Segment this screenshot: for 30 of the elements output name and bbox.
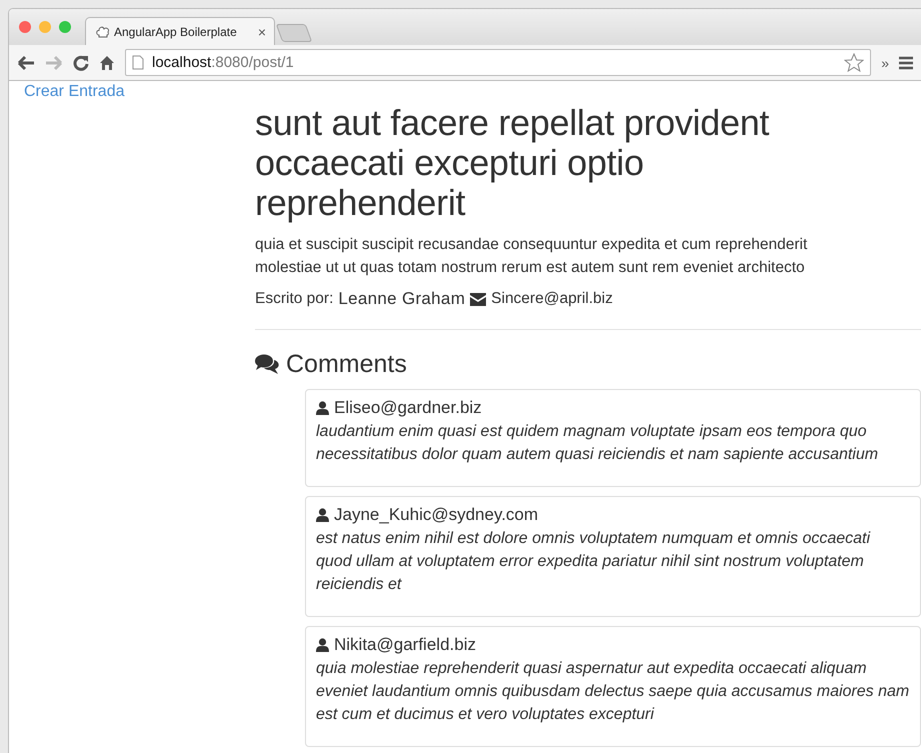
reload-icon[interactable] bbox=[73, 54, 89, 70]
close-tab-button[interactable]: × bbox=[258, 24, 266, 40]
new-tab-button[interactable] bbox=[276, 24, 312, 42]
comment-body: laudantium enim quasi est quidem magnam voluptate ipsam eos tempora quo necessitatibus dolor quam autem quasi reiciendis et nam sapiente accusantium bbox=[316, 422, 880, 465]
browser-tab[interactable]: AngularApp Boilerplate × bbox=[85, 17, 275, 45]
author-email: Sincere@april.biz bbox=[491, 290, 613, 308]
page-icon bbox=[132, 55, 144, 70]
comments-heading: Comments bbox=[286, 350, 407, 379]
comment-body: quia molestiae reprehenderit quasi aspernatur aut expedita occaecati aliquam eveniet laudantium omnis quibusdam delectus saepe quia accusamus maiores nam est cum et ducimus et vero voluptates excepturi bbox=[316, 659, 910, 725]
author-name: Leanne Graham bbox=[338, 289, 466, 309]
comment-author-email: Nikita@garfield.biz bbox=[334, 635, 476, 655]
user-icon bbox=[316, 401, 329, 415]
close-window-button[interactable] bbox=[19, 21, 31, 33]
envelope-icon bbox=[470, 292, 486, 306]
comment-body: est natus enim nihil est dolore omnis voluptatem numquam et omnis occaecati quod ullam at voluptatem error expedita pariatur nihil sint nostrum voluptatem reiciendis et bbox=[316, 529, 872, 595]
back-icon[interactable] bbox=[17, 54, 35, 70]
user-icon bbox=[316, 638, 329, 652]
address-bar[interactable]: localhost:8080/post/1 bbox=[125, 49, 872, 76]
home-icon[interactable] bbox=[99, 54, 115, 70]
byline-label: Escrito por: bbox=[255, 290, 334, 308]
post-body: quia et suscipit suscipit recusandae consequuntur expedita et cum reprehenderit molestiae ut ut quas totam nostrum rerum est autem sunt rem eveniet architecto bbox=[255, 235, 808, 278]
comment-author-email: Eliseo@gardner.biz bbox=[334, 398, 482, 418]
comment-author-email: Jayne_Kuhic@sydney.com bbox=[334, 505, 538, 525]
extensions-overflow-button[interactable]: » bbox=[881, 54, 889, 70]
post-title: sunt aut facere repellat provident occaecati excepturi optio reprehenderit bbox=[255, 103, 770, 223]
maximize-window-button[interactable] bbox=[59, 21, 71, 33]
user-icon bbox=[316, 508, 329, 522]
menu-icon[interactable] bbox=[899, 56, 913, 70]
star-icon[interactable] bbox=[844, 53, 864, 72]
comments-icon bbox=[255, 354, 280, 375]
